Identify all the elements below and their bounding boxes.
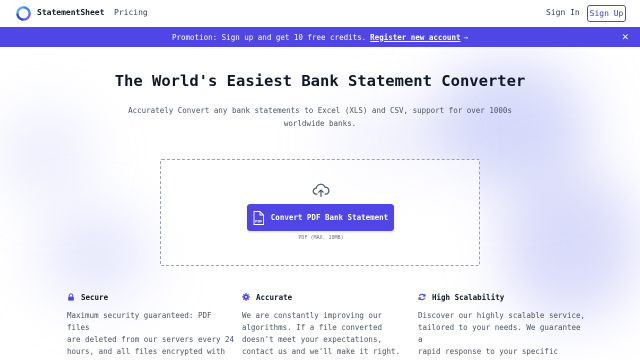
top-navbar: StatementSheet Pricing Sign In Sign Up bbox=[0, 0, 640, 27]
feature-description: We are constantly improving our algorith… bbox=[242, 311, 401, 356]
promotion-text: Promotion: Sign up and get 10 free credi… bbox=[172, 32, 367, 42]
pdf-file-icon: PDF bbox=[253, 210, 264, 225]
page-title: The World's Easiest Bank Statement Conve… bbox=[114, 72, 526, 90]
file-size-hint: PDF (MAX. 10MB) bbox=[298, 235, 344, 241]
feature-description: Discover our highly scalable service, ta… bbox=[418, 311, 586, 360]
logo-icon[interactable] bbox=[16, 6, 31, 21]
feature-description: Maximum security guaranteed: PDF files a… bbox=[67, 311, 235, 360]
close-icon[interactable]: ✕ bbox=[622, 30, 629, 43]
gear-icon bbox=[242, 293, 250, 301]
background-blob bbox=[0, 110, 90, 200]
convert-pdf-button[interactable]: PDF Convert PDF Bank Statement bbox=[247, 204, 394, 231]
pdf-badge: PDF bbox=[255, 219, 262, 223]
refresh-icon bbox=[418, 293, 426, 301]
arrow-right-icon: → bbox=[463, 32, 468, 42]
nav-link-pricing[interactable]: Pricing bbox=[114, 8, 148, 17]
page-subtitle: Accurately Convert any bank statements t… bbox=[128, 106, 512, 128]
promotion-banner: Promotion: Sign up and get 10 free credi… bbox=[0, 27, 640, 47]
feature-title: Accurate bbox=[256, 292, 293, 302]
file-dropzone[interactable]: PDF Convert PDF Bank Statement PDF (MAX.… bbox=[160, 159, 480, 266]
background-blob bbox=[40, 210, 150, 300]
sign-in-link[interactable]: Sign In bbox=[546, 8, 580, 17]
feature-scalability: High Scalability Discover our highly sca… bbox=[418, 292, 588, 360]
lock-icon bbox=[68, 293, 74, 301]
sign-up-button[interactable]: Sign Up bbox=[587, 5, 626, 22]
feature-secure: Secure Maximum security guaranteed: PDF … bbox=[67, 292, 237, 360]
feature-title: Secure bbox=[81, 292, 109, 302]
brand-name[interactable]: StatementSheet bbox=[37, 8, 104, 17]
register-link[interactable]: Register new account bbox=[370, 33, 460, 42]
cloud-upload-icon bbox=[312, 183, 330, 197]
feature-accurate: Accurate We are constantly improving our… bbox=[242, 292, 412, 358]
convert-button-label: Convert PDF Bank Statement bbox=[270, 213, 389, 222]
feature-title: High Scalability bbox=[432, 292, 505, 302]
